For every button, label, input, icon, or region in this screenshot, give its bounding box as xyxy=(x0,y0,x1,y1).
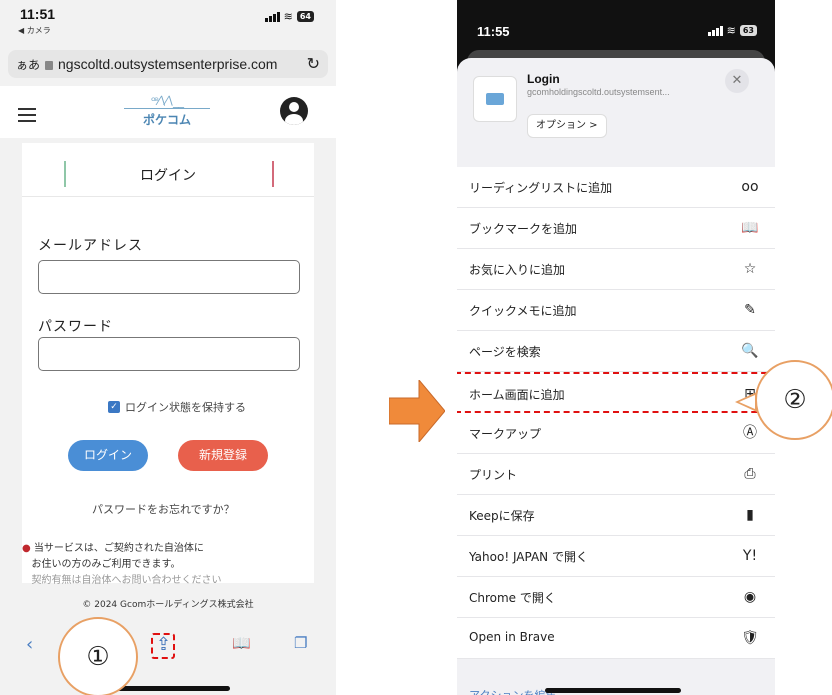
share-action-row[interactable]: プリント ⎙ xyxy=(457,454,775,495)
share-button-highlight xyxy=(151,633,175,659)
share-action-label: リーディングリストに追加 xyxy=(469,181,613,195)
screenshot-root: 11:51 ◀ カメラ ≋ 64 ぁあ ngscoltd.outsystemse… xyxy=(0,0,832,695)
page-settings-button[interactable]: ぁあ xyxy=(16,56,40,73)
share-sheet: Login gcomholdingscoltd.outsystemsent...… xyxy=(457,58,775,695)
share-action-row[interactable]: お気に入りに追加 ☆ xyxy=(457,249,775,290)
status-time: 11:55 xyxy=(477,24,510,39)
footer-copyright: © 2024 Gcomホールディングス株式会社 xyxy=(82,600,254,610)
login-form: ログイン メールアドレス パスワード ✓ ログイン状態を保持する ログイン 新規… xyxy=(22,143,314,586)
step-2-callout: ② xyxy=(755,360,832,440)
back-chevron-icon[interactable]: ‹ xyxy=(26,634,33,655)
chrome-icon: ◉ xyxy=(743,589,757,605)
share-action-row[interactable]: ページを検索 🔍 xyxy=(457,331,775,372)
book-icon: 📖 xyxy=(741,220,759,236)
logo-mountain-icon: ꟹ⁄∖⁄∖__ xyxy=(150,94,184,108)
status-bar: 11:55 ≋ 63 xyxy=(457,0,775,44)
brave-icon: 🛡 xyxy=(741,630,759,646)
share-actions-list: リーディングリストに追加 oo ブックマークを追加 📖 お気に入りに追加 ☆ クイックメモに… xyxy=(457,167,775,659)
bookmark-icon: ▮ xyxy=(746,507,754,523)
status-time: 11:51 xyxy=(20,6,56,22)
site-header: ꟹ⁄∖⁄∖__ ポケコム xyxy=(0,86,336,138)
status-icons: ≋ 63 xyxy=(707,24,757,37)
options-button[interactable]: オプション > xyxy=(527,114,607,138)
lock-icon xyxy=(45,60,54,70)
login-button[interactable]: ログイン xyxy=(68,440,148,471)
tabs-icon[interactable]: ❐ xyxy=(294,634,307,652)
notice-bullet-icon: ● xyxy=(22,543,31,554)
page-thumbnail xyxy=(473,76,517,122)
yahoo-icon: Y! xyxy=(742,548,758,564)
step-2-pointer xyxy=(735,392,757,412)
notice-line-3: 契約有無は自治体へお問い合わせください xyxy=(31,575,222,586)
markup-icon: Ⓐ xyxy=(743,425,757,441)
reload-icon[interactable]: ↻ xyxy=(307,54,320,74)
email-label: メールアドレス xyxy=(38,238,143,254)
password-field[interactable] xyxy=(38,337,300,371)
share-action-row[interactable]: Open in Brave 🛡 xyxy=(457,618,775,659)
share-action-row[interactable]: マークアップ Ⓐ xyxy=(457,413,775,454)
logo-text: ポケコム xyxy=(142,113,191,127)
share-action-row[interactable]: リーディングリストに追加 oo xyxy=(457,167,775,208)
close-icon[interactable]: ✕ xyxy=(725,69,749,93)
bookmarks-icon[interactable]: 📖 xyxy=(232,634,251,652)
share-action-row[interactable]: ブックマークを追加 📖 xyxy=(457,208,775,249)
battery-icon: 63 xyxy=(739,25,757,36)
address-bar[interactable]: ぁあ ngscoltd.outsystemsenterprise.com ↻ xyxy=(8,50,328,78)
right-phone-screen: 11:55 ≋ 63 Login gcomholdingscoltd.outsy… xyxy=(457,0,775,695)
register-button[interactable]: 新規登録 xyxy=(178,440,268,471)
shared-page-title: Login xyxy=(527,72,560,86)
share-action-label: Keepに保存 xyxy=(469,509,535,523)
signal-icon xyxy=(707,25,723,36)
password-label: パスワード xyxy=(38,319,113,335)
battery-icon: 64 xyxy=(296,11,314,22)
site-logo[interactable]: ꟹ⁄∖⁄∖__ ポケコム xyxy=(122,94,212,134)
right-arrow-icon xyxy=(389,380,445,442)
left-phone-screen: 11:51 ◀ カメラ ≋ 64 ぁあ ngscoltd.outsystemse… xyxy=(0,0,336,695)
notice-line-1: 当サービスは、ご契約された自治体に xyxy=(33,543,204,554)
remember-me-checkbox[interactable]: ✓ ログイン状態を保持する xyxy=(108,399,246,415)
quick-note-icon: ✎ xyxy=(744,302,756,318)
shared-page-url: gcomholdingscoltd.outsystemsent... xyxy=(527,87,670,97)
status-icons: ≋ 64 xyxy=(264,10,314,23)
home-indicator xyxy=(545,688,681,693)
checkbox-checked-icon[interactable]: ✓ xyxy=(108,401,120,413)
share-sheet-header: Login gcomholdingscoltd.outsystemsent...… xyxy=(457,58,775,150)
share-action-row[interactable]: ホーム画面に追加 ⊞ xyxy=(457,372,775,413)
back-to-app-link[interactable]: ◀ カメラ xyxy=(18,25,51,36)
remember-me-label: ログイン状態を保持する xyxy=(125,401,246,414)
share-action-label: クイックメモに追加 xyxy=(469,304,577,318)
status-bar: 11:51 ◀ カメラ ≋ 64 xyxy=(0,0,336,44)
share-action-label: プリント xyxy=(469,468,518,482)
step-1-callout: ① xyxy=(58,617,138,695)
login-tab-header: ログイン xyxy=(22,153,314,197)
share-action-label: マークアップ xyxy=(469,427,542,441)
user-avatar-icon[interactable] xyxy=(280,97,308,125)
wifi-icon: ≋ xyxy=(283,10,293,23)
share-action-row[interactable]: Yahoo! JAPAN で開く Y! xyxy=(457,536,775,577)
share-action-label: Yahoo! JAPAN で開く xyxy=(469,550,588,564)
share-action-label: ホーム画面に追加 xyxy=(469,388,565,402)
wifi-icon: ≋ xyxy=(726,24,736,37)
share-action-label: Chrome で開く xyxy=(469,591,556,605)
forgot-password-link[interactable]: パスワードをお忘れですか？ xyxy=(92,501,235,517)
signal-icon xyxy=(264,11,280,22)
share-action-label: Open in Brave xyxy=(469,630,555,644)
share-action-row[interactable]: Chrome で開く ◉ xyxy=(457,577,775,618)
service-notice: ● 当サービスは、ご契約された自治体に お住いの方のみご利用できます。 契約有無… xyxy=(22,541,222,589)
share-action-label: お気に入りに追加 xyxy=(469,263,566,277)
home-indicator xyxy=(115,686,230,691)
glasses-icon: oo xyxy=(741,179,759,195)
share-action-row[interactable]: Keepに保存 ▮ xyxy=(457,495,775,536)
star-icon: ☆ xyxy=(743,261,757,277)
share-action-label: ブックマークを追加 xyxy=(469,222,578,236)
find-in-page-icon: 🔍 xyxy=(741,343,759,359)
email-field[interactable] xyxy=(38,260,300,294)
login-title: ログイン xyxy=(140,168,196,184)
share-action-label: ページを検索 xyxy=(469,345,541,359)
notice-line-2: お住いの方のみご利用できます。 xyxy=(31,559,181,570)
url-text[interactable]: ngscoltd.outsystemsenterprise.com xyxy=(58,56,302,72)
share-action-row[interactable]: クイックメモに追加 ✎ xyxy=(457,290,775,331)
hamburger-menu-icon[interactable] xyxy=(18,108,36,126)
printer-icon: ⎙ xyxy=(744,466,756,482)
